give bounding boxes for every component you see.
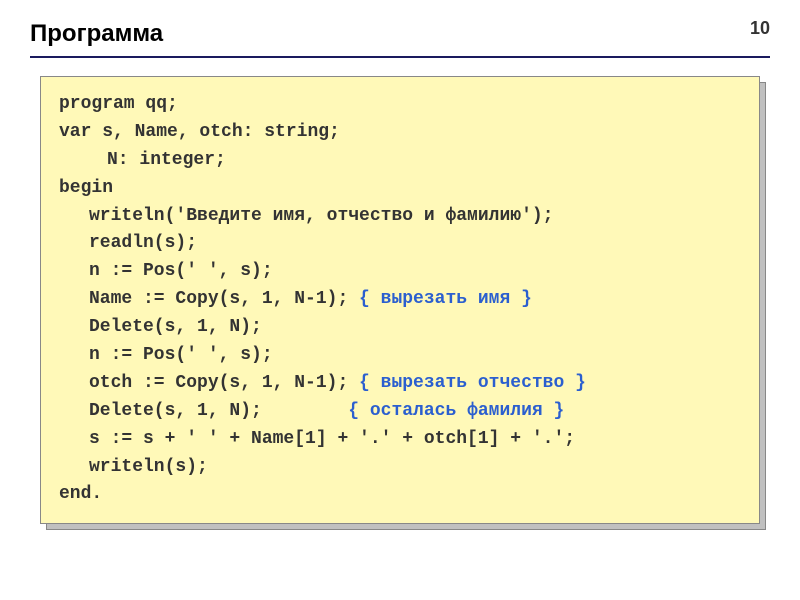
code-text: Name := Copy(s, 1, N-1);: [89, 289, 359, 309]
code-comment: { вырезать отчество }: [359, 373, 586, 393]
code-text: Delete(s, 1, N);: [89, 401, 348, 421]
code-line: Name := Copy(s, 1, N-1); { вырезать имя …: [59, 286, 741, 314]
code-line: otch := Copy(s, 1, N-1); { вырезать отче…: [59, 370, 741, 398]
slide-title: Программа: [30, 20, 770, 48]
code-text: otch := Copy(s, 1, N-1);: [89, 373, 359, 393]
title-divider: [30, 56, 770, 58]
code-line: var s, Name, otch: string;: [59, 119, 741, 147]
code-line: program qq;: [59, 91, 741, 119]
code-line: writeln('Введите имя, отчество и фамилию…: [59, 203, 741, 231]
code-line: s := s + ' ' + Name[1] + '.' + otch[1] +…: [59, 426, 741, 454]
code-line: begin: [59, 175, 741, 203]
code-block-container: program qq; var s, Name, otch: string; N…: [40, 76, 760, 524]
code-line: N: integer;: [59, 147, 741, 175]
code-line: Delete(s, 1, N); { осталась фамилия }: [59, 398, 741, 426]
code-line: end.: [59, 481, 741, 509]
code-line: Delete(s, 1, N);: [59, 314, 741, 342]
code-block: program qq; var s, Name, otch: string; N…: [40, 76, 760, 524]
code-line: writeln(s);: [59, 454, 741, 482]
code-comment: { вырезать имя }: [359, 289, 532, 309]
code-comment: { осталась фамилия }: [348, 401, 564, 421]
code-line: readln(s);: [59, 230, 741, 258]
code-line: n := Pos(' ', s);: [59, 258, 741, 286]
code-line: n := Pos(' ', s);: [59, 342, 741, 370]
page-number: 10: [750, 18, 770, 39]
